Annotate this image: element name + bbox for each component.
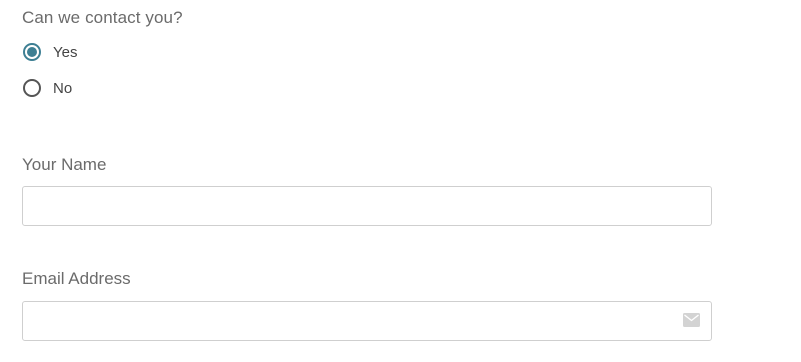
radio-selected-dot (27, 47, 37, 57)
radio-button-no[interactable] (23, 79, 41, 97)
name-field-label: Your Name (22, 155, 107, 174)
name-input[interactable] (22, 186, 712, 226)
contact-option-yes[interactable]: Yes (23, 41, 77, 63)
radio-button-yes[interactable] (23, 43, 41, 61)
email-input[interactable] (22, 301, 712, 341)
mail-icon (683, 313, 700, 327)
email-field-label: Email Address (22, 269, 131, 288)
radio-label-yes: Yes (53, 43, 78, 61)
radio-label-no: No (53, 79, 73, 97)
contact-question: Can we contact you? (22, 8, 183, 27)
contact-option-no[interactable]: No (23, 77, 72, 99)
